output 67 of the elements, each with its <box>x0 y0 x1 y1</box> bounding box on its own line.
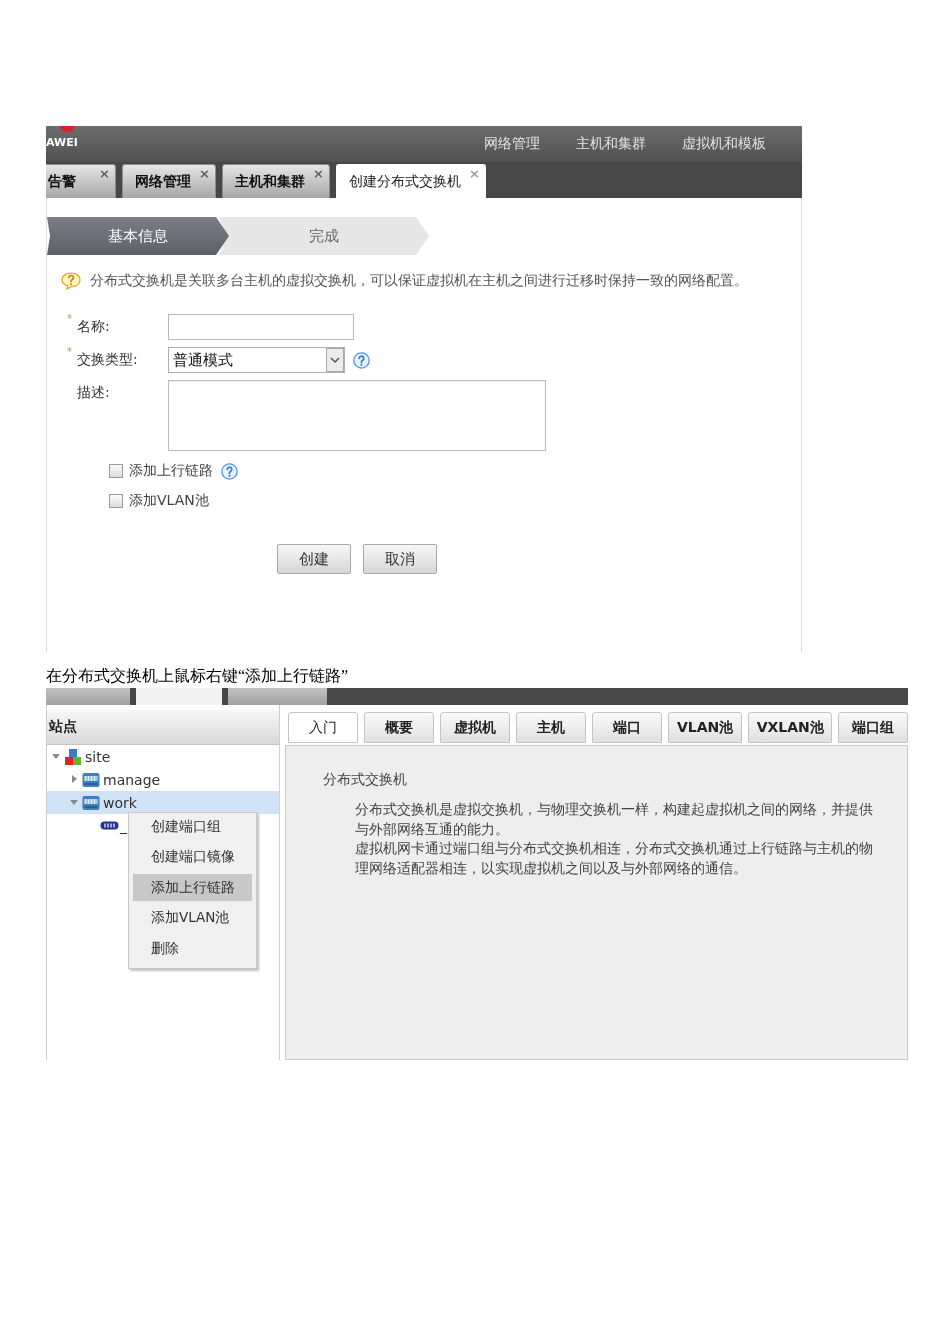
checkbox[interactable] <box>109 494 123 508</box>
tab[interactable] <box>46 688 130 705</box>
field-label: 交换类型: <box>77 351 138 369</box>
required-mark: * <box>67 314 72 324</box>
tab[interactable]: VXLAN池 <box>748 712 832 743</box>
toggle-arrow-icon[interactable] <box>70 775 79 784</box>
tab[interactable]: 创建分布式交换机 × <box>336 164 486 198</box>
help-icon[interactable] <box>221 462 238 480</box>
menu-item[interactable]: 添加VLAN池 <box>133 904 252 932</box>
node-label[interactable]: _ <box>120 816 127 835</box>
nav-link[interactable]: 主机和集群 <box>576 135 646 153</box>
wizard-step: 完成 <box>219 217 429 255</box>
description-input[interactable] <box>168 380 546 451</box>
action-button[interactable]: 取消 <box>363 544 437 574</box>
required-mark: * <box>67 347 72 357</box>
tab[interactable]: 入门 <box>288 712 358 743</box>
close-button[interactable]: × <box>199 167 210 180</box>
logo-text: AWEI <box>46 137 78 148</box>
caption-text: 在分布式交换机上鼠标右键“添加上行链路” <box>46 667 349 684</box>
close-button[interactable]: × <box>99 167 110 180</box>
node-label[interactable]: work <box>103 793 137 812</box>
tab[interactable]: 主机和集群 × <box>222 164 330 198</box>
close-button[interactable]: × <box>313 167 324 180</box>
field-label: 描述: <box>77 384 110 402</box>
node-label[interactable]: site <box>85 747 111 766</box>
tab[interactable]: 端口组 <box>838 712 908 743</box>
paragraph: 分布式交换机是虚拟交换机，与物理交换机一样，构建起虚拟机之间的网络，并提供与外部网络互通的能力。 <box>355 800 874 839</box>
menu-item[interactable]: 创建端口镜像 <box>133 843 252 871</box>
switch-icon <box>82 793 100 812</box>
help-icon[interactable] <box>353 351 370 369</box>
switch-icon <box>82 770 100 789</box>
tab[interactable] <box>228 688 327 705</box>
action-button[interactable]: 创建 <box>277 544 351 574</box>
node-label[interactable]: manage <box>103 770 161 789</box>
wizard-step: 基本信息 <box>47 217 229 255</box>
panel-title: 分布式交换机 <box>323 770 407 788</box>
nav-link[interactable]: 虚拟机和模板 <box>682 135 766 153</box>
menu-item[interactable]: 创建端口组 <box>133 813 252 840</box>
hint-text: 分布式交换机是关联多台主机的虚拟交换机，可以保证虚拟机在主机之间进行迁移时保持一致的网络配置。 <box>90 272 748 290</box>
tab[interactable]: 告警 × <box>46 164 116 198</box>
text-input[interactable] <box>168 314 354 340</box>
tree-item[interactable]: manage <box>47 768 279 791</box>
tree-item[interactable]: site <box>47 745 279 768</box>
paragraph: 虚拟机网卡通过端口组与分布式交换机相连，分布式交换机通过上行链路与主机的物理网络适配器相连，以实现虚拟机之间以及与外部网络的通信。 <box>355 839 874 878</box>
nav-link[interactable]: 网络管理 <box>484 135 540 153</box>
select-field[interactable]: 普通模式 <box>168 347 345 373</box>
tab[interactable]: 网络管理 × <box>122 164 216 198</box>
menu-item[interactable]: 添加上行链路 <box>133 874 252 901</box>
tab[interactable]: 虚拟机 <box>440 712 510 743</box>
tab[interactable]: 主机 <box>516 712 586 743</box>
tab[interactable]: VLAN池 <box>668 712 743 743</box>
toggle-arrow-icon[interactable] <box>70 798 79 807</box>
field-label: 名称: <box>77 318 110 336</box>
logo-icon <box>58 126 76 132</box>
toggle-arrow-icon[interactable] <box>52 752 61 761</box>
caret-icon[interactable] <box>326 348 344 372</box>
hint-icon <box>61 272 81 290</box>
checkbox-label[interactable]: 添加上行链路 <box>129 462 213 480</box>
cubes-icon <box>64 747 82 766</box>
tab[interactable]: 端口 <box>592 712 662 743</box>
tab[interactable]: 概要 <box>364 712 434 743</box>
checkbox[interactable] <box>109 464 123 478</box>
sidebar-header: 站点 <box>47 710 279 745</box>
tree-item[interactable]: work <box>47 791 279 814</box>
connector-icon <box>100 821 119 830</box>
checkbox-label[interactable]: 添加VLAN池 <box>129 492 209 510</box>
menu-item[interactable]: 删除 <box>133 935 252 962</box>
